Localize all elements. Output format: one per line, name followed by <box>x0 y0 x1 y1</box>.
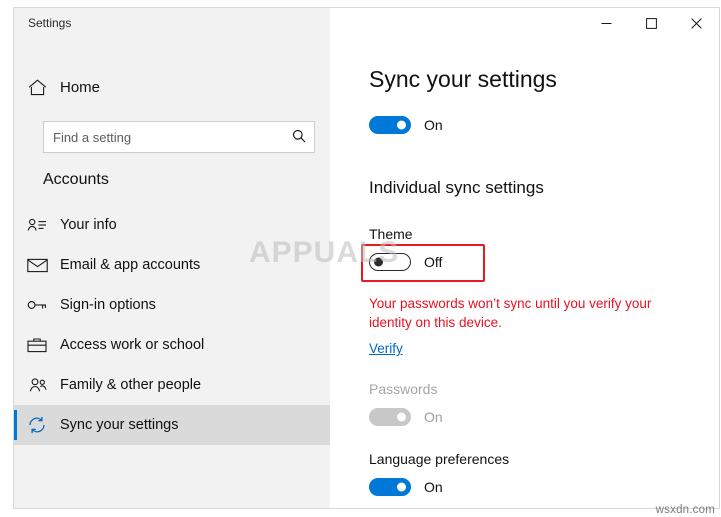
sync-icon <box>14 416 60 434</box>
home-icon <box>14 78 60 96</box>
sidebar-nav-list: Your info Email & app accounts Sign-in o… <box>14 205 330 445</box>
sidebar-item-home[interactable]: Home <box>14 70 330 104</box>
people-icon <box>14 377 60 393</box>
page-title: Sync your settings <box>369 66 557 92</box>
sidebar-item-label: Sign-in options <box>60 297 156 313</box>
passwords-toggle-row: On <box>369 408 443 426</box>
sidebar-item-label: Your info <box>60 217 117 233</box>
sidebar-item-access-work-or-school[interactable]: Access work or school <box>14 325 330 365</box>
sidebar-item-label: Access work or school <box>60 337 205 353</box>
password-sync-warning: Your passwords won’t sync until you veri… <box>369 296 652 331</box>
key-icon <box>14 297 60 313</box>
master-sync-state-label: On <box>424 117 443 133</box>
minimize-button[interactable] <box>584 8 629 39</box>
settings-window: Settings Home Find a setting Accounts Yo… <box>14 8 719 508</box>
sidebar-home-label: Home <box>60 78 101 96</box>
language-preferences-toggle-row[interactable]: On <box>369 478 443 496</box>
master-sync-toggle[interactable] <box>369 116 411 134</box>
search-button[interactable] <box>284 122 314 152</box>
sidebar-item-sign-in-options[interactable]: Sign-in options <box>14 285 330 325</box>
setting-label-passwords: Passwords <box>369 381 438 397</box>
screenshot-root: Settings Home Find a setting Accounts Yo… <box>0 0 721 517</box>
theme-state-label: Off <box>424 254 443 270</box>
sidebar-category-title: Accounts <box>43 171 109 188</box>
theme-toggle[interactable] <box>369 253 411 271</box>
sidebar: Settings Home Find a setting Accounts Yo… <box>14 8 330 508</box>
minimize-icon <box>601 18 612 29</box>
sidebar-item-label: Sync your settings <box>60 417 179 433</box>
language-preferences-toggle[interactable] <box>369 478 411 496</box>
setting-label-theme: Theme <box>369 226 413 242</box>
language-preferences-state-label: On <box>424 479 443 495</box>
title-bar: Settings <box>14 8 330 40</box>
close-icon <box>691 18 702 29</box>
theme-toggle-row[interactable]: Off <box>369 253 442 271</box>
search-icon <box>292 129 306 146</box>
maximize-button[interactable] <box>629 8 674 39</box>
window-caption-buttons <box>584 8 719 39</box>
search-box[interactable] <box>43 121 315 153</box>
sidebar-item-email-app-accounts[interactable]: Email & app accounts <box>14 245 330 285</box>
sidebar-item-sync-your-settings[interactable]: Sync your settings <box>14 405 330 445</box>
maximize-icon <box>646 18 657 29</box>
mail-icon <box>14 258 60 273</box>
master-sync-toggle-row[interactable]: On <box>369 116 443 134</box>
main-content: Sync your settings On Individual sync se… <box>330 8 719 508</box>
verify-link[interactable]: Verify <box>369 341 403 356</box>
corner-site-label: wsxdn.com <box>655 504 715 516</box>
sidebar-item-label: Email & app accounts <box>60 257 201 273</box>
app-title: Settings <box>28 16 72 30</box>
sidebar-item-family-other-people[interactable]: Family & other people <box>14 365 330 405</box>
setting-label-language-preferences: Language preferences <box>369 451 510 467</box>
section-title: Individual sync settings <box>369 178 544 197</box>
passwords-toggle <box>369 408 411 426</box>
search-input[interactable] <box>44 122 284 152</box>
passwords-state-label: On <box>424 409 443 425</box>
close-button[interactable] <box>674 8 719 39</box>
sidebar-item-your-info[interactable]: Your info <box>14 205 330 245</box>
sidebar-item-label: Family & other people <box>60 377 202 393</box>
briefcase-icon <box>14 337 60 353</box>
user-info-icon <box>14 217 60 233</box>
